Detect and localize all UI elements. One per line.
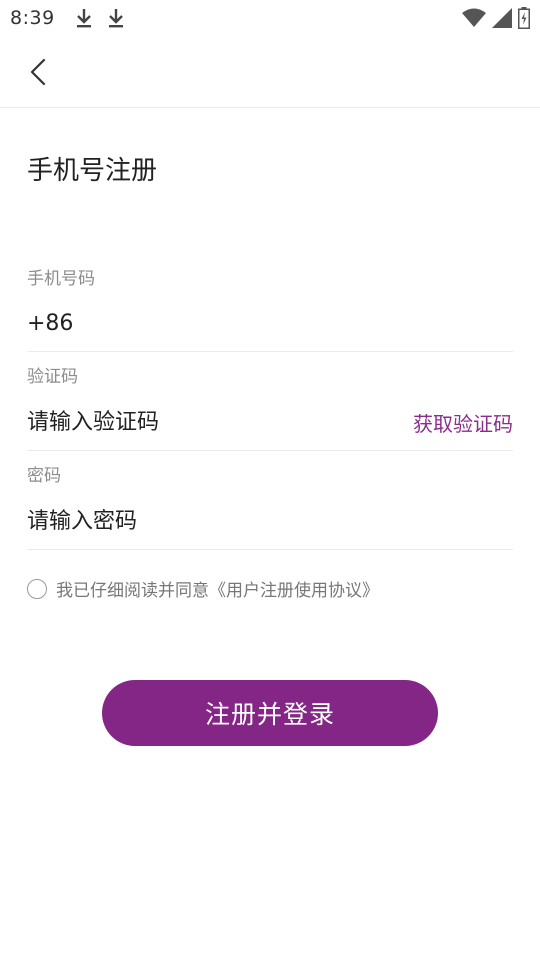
password-field-row: [27, 493, 513, 550]
status-time: 8:39: [10, 7, 55, 29]
status-bar: 8:39: [0, 0, 540, 36]
chevron-left-icon: [30, 58, 46, 86]
phone-field-row: +86: [27, 296, 513, 352]
back-button[interactable]: [20, 54, 56, 90]
phone-input[interactable]: [85, 311, 513, 336]
notification-icons: [75, 7, 125, 29]
agreement-text[interactable]: 我已仔细阅读并同意《用户注册使用协议》: [56, 576, 379, 601]
download-icon: [76, 9, 91, 28]
code-input[interactable]: [27, 409, 413, 435]
signal-icon: [492, 8, 512, 28]
register-login-button[interactable]: 注册并登录: [102, 680, 438, 746]
country-code[interactable]: +86: [27, 311, 73, 336]
agreement-checkbox[interactable]: [27, 578, 47, 599]
code-field-row: 获取验证码: [27, 394, 513, 451]
page-title: 手机号注册: [27, 156, 158, 186]
code-label: 验证码: [27, 367, 78, 387]
download-icon: [108, 9, 123, 28]
system-icons: [462, 7, 530, 29]
app-bar: [0, 36, 540, 108]
agreement-row: 我已仔细阅读并同意《用户注册使用协议》: [27, 576, 379, 601]
battery-icon: [518, 7, 530, 29]
password-label: 密码: [27, 466, 61, 486]
password-input[interactable]: [27, 508, 513, 534]
phone-label: 手机号码: [27, 269, 95, 289]
register-screen: 8:39 手机号注册 手机号码 +86 验证码 请输入验证码 获取验证码 密码 …: [0, 0, 540, 960]
get-code-button[interactable]: 获取验证码: [413, 408, 513, 437]
wifi-icon: [462, 8, 486, 27]
